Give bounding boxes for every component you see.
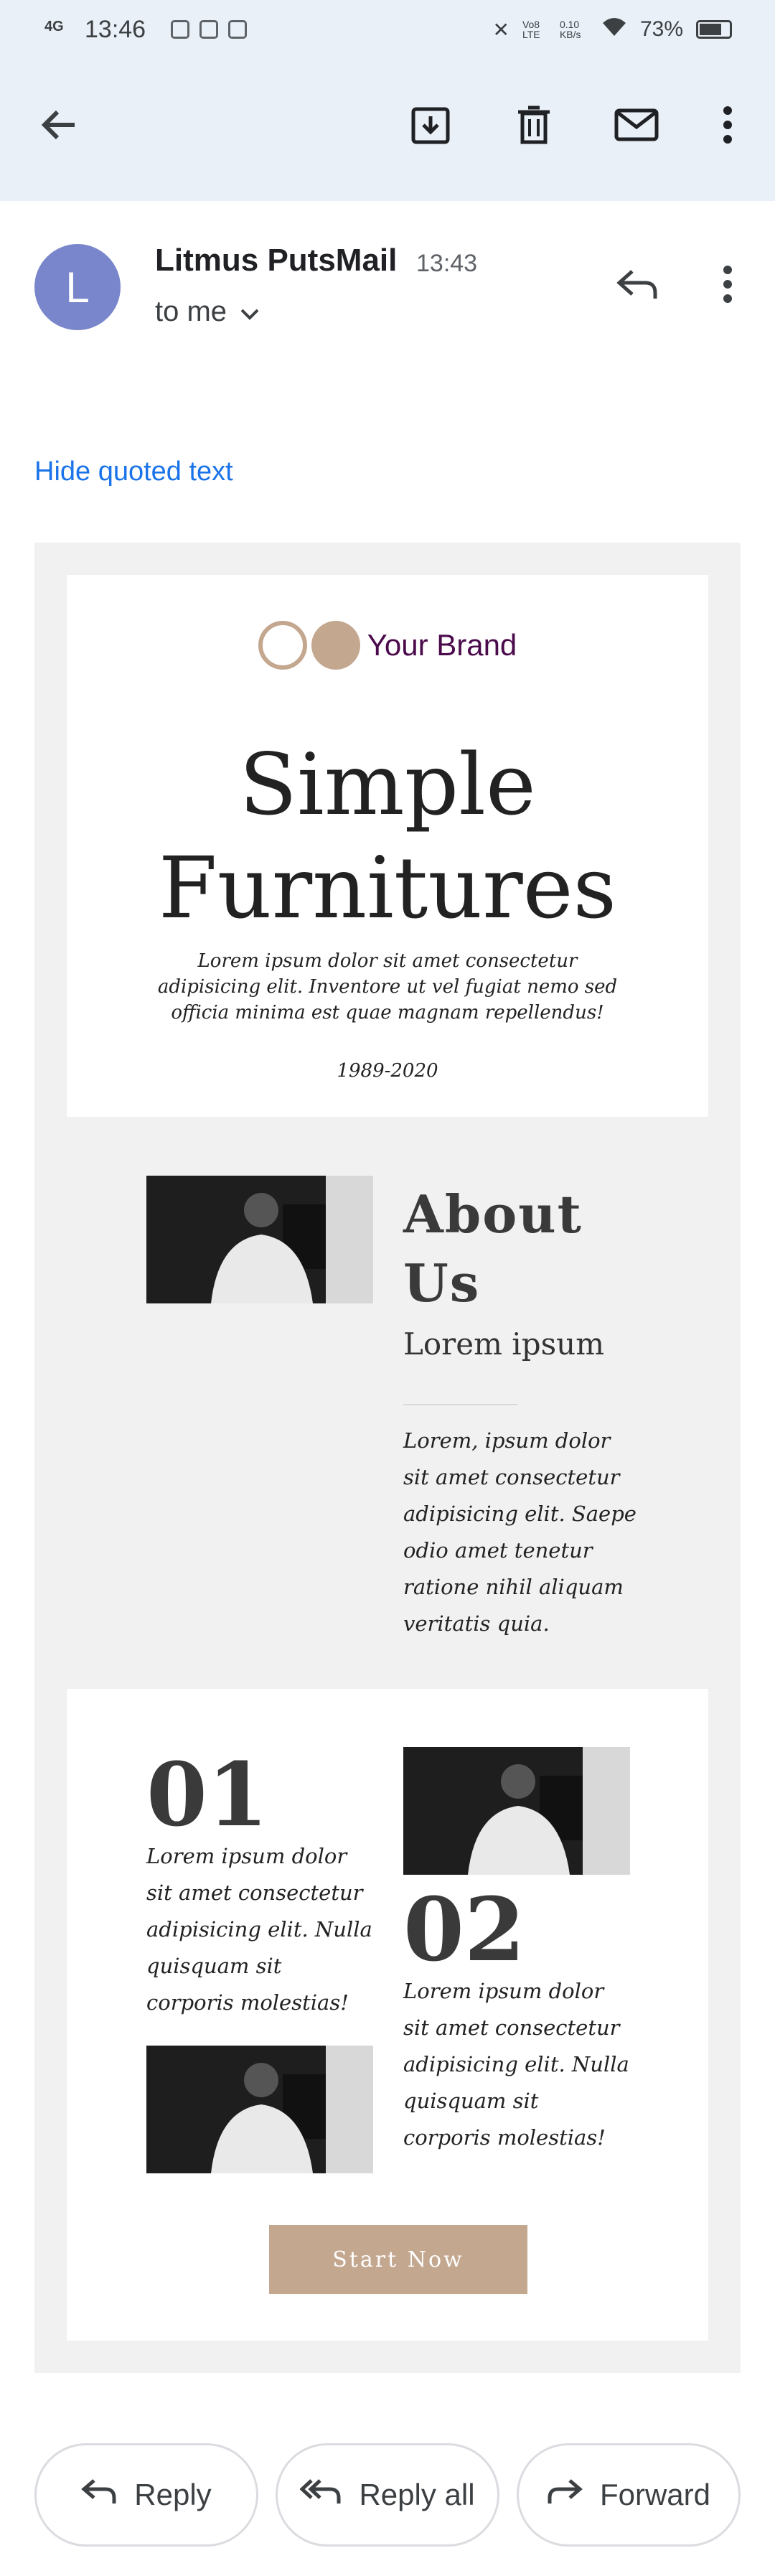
start-now-button[interactable]: Start Now (269, 2225, 527, 2294)
hero-years: 1989-2020 (337, 1060, 438, 1082)
forward-icon (547, 2478, 583, 2512)
feature1-text: Lorem ipsum dolor sit amet consectetur a… (146, 1844, 372, 2015)
chevron-down-icon (240, 296, 260, 328)
feature2-photo (403, 1747, 630, 1875)
feature1-number: 01 (146, 1743, 268, 1846)
forward-label: Forward (599, 2478, 711, 2511)
about-subtitle: Lorem ipsum (403, 1326, 605, 1362)
email-body: Your Brand Simple Furnitures Lorem ipsum… (34, 543, 741, 2373)
battery-icon (696, 20, 732, 39)
brand-dot-icon (311, 621, 360, 670)
brand-logo: Your Brand (67, 621, 708, 670)
status-time: 13:46 (85, 16, 146, 43)
hero-text: Lorem ipsum dolor sit amet consectetur a… (157, 950, 618, 1024)
mark-unread-icon[interactable] (614, 102, 659, 148)
status-bar: 4G 13:46 ✕ Vo8 LTE 0.10 KB/s 73% (0, 0, 775, 60)
reply-icon (81, 2478, 117, 2512)
battery-percent: 73% (639, 17, 683, 41)
features-card: 01 Lorem ipsum dolor sit amet consectetu… (67, 1689, 708, 2341)
message-time: 13:43 (416, 250, 478, 277)
reply-icon[interactable] (614, 261, 660, 307)
notification-icon (171, 20, 189, 39)
recipient-toggle[interactable]: to me (155, 296, 260, 328)
about-title-line2: Us (403, 1252, 481, 1313)
network-indicator: 4G (44, 19, 64, 34)
notification-icons (171, 20, 247, 39)
back-arrow-icon[interactable] (36, 102, 82, 148)
reply-all-button[interactable]: Reply all (276, 2443, 499, 2547)
about-divider (403, 1404, 518, 1405)
feature2-text: Lorem ipsum dolor sit amet consectetur a… (403, 1979, 629, 2150)
hero-title-line1: Simple (239, 735, 536, 834)
message-more-icon[interactable] (705, 261, 751, 307)
brand-name: Your Brand (367, 628, 517, 662)
instagram-icon (228, 20, 247, 39)
status-right: ✕ Vo8 LTE 0.10 KB/s 73% (492, 16, 732, 43)
recipient-label: to me (155, 296, 227, 327)
hero-title: Simple Furnitures (67, 733, 708, 940)
wifi-icon (601, 16, 627, 43)
delete-icon[interactable] (511, 102, 557, 148)
speed-indicator: 0.10 KB/s (559, 19, 581, 40)
about-text: Lorem, ipsum dolor sit amet consectetur … (403, 1428, 637, 1636)
feature1-photo (146, 2046, 373, 2173)
reply-label: Reply (134, 2478, 212, 2511)
sender-name: Litmus PutsMail (155, 243, 398, 278)
forward-button[interactable]: Forward (517, 2443, 741, 2547)
mute-icon: ✕ (492, 18, 509, 41)
reply-all-icon (299, 2478, 342, 2512)
hero-card: Your Brand Simple Furnitures Lorem ipsum… (67, 575, 708, 1117)
feature2-number: 02 (403, 1878, 525, 1981)
top-bar: 4G 13:46 ✕ Vo8 LTE 0.10 KB/s 73% (0, 0, 775, 201)
reply-all-label: Reply all (359, 2478, 475, 2511)
youtube-icon (199, 20, 218, 39)
hide-quoted-text-link[interactable]: Hide quoted text (34, 456, 233, 487)
about-photo (146, 1176, 373, 1303)
lte-indicator: Vo8 LTE (522, 19, 540, 40)
hero-title-line2: Furnitures (158, 838, 617, 937)
brand-ring-icon (258, 621, 307, 670)
more-vert-icon[interactable] (705, 102, 751, 148)
about-title-line1: About (403, 1184, 583, 1245)
about-title: About Us (403, 1180, 583, 1318)
archive-icon[interactable] (408, 102, 454, 148)
reply-button[interactable]: Reply (34, 2443, 258, 2547)
avatar[interactable]: L (34, 244, 121, 330)
